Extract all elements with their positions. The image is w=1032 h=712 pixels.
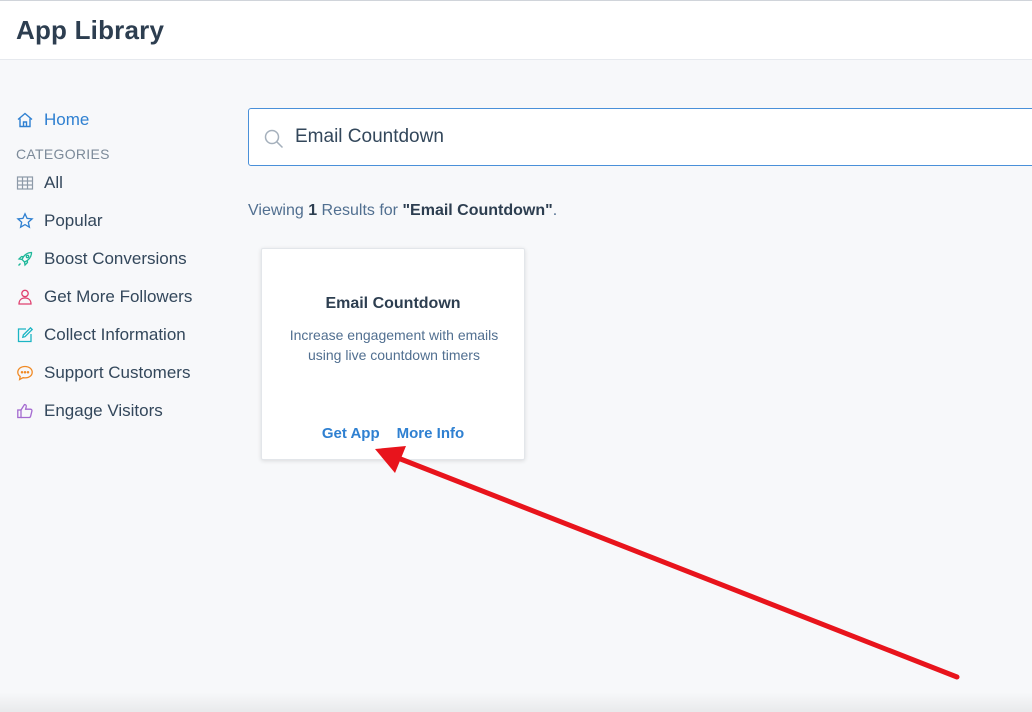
sidebar-item-label: Support Customers (44, 363, 191, 382)
app-card-title: Email Countdown (325, 295, 461, 312)
sidebar-item-collect-information[interactable]: Collect Information (16, 316, 236, 354)
sidebar-item-support-customers[interactable]: Support Customers (16, 354, 236, 392)
sidebar-item-get-more-followers[interactable]: Get More Followers (16, 278, 236, 316)
sidebar: Home CATEGORIES All Popular Boost Conver… (16, 106, 236, 430)
search-box (248, 108, 1032, 166)
categories-heading: CATEGORIES (16, 146, 110, 162)
page-title: App Library (16, 15, 165, 45)
app-card: Email Countdown Increase engagement with… (261, 248, 525, 460)
home-icon (16, 111, 34, 129)
sidebar-item-home[interactable]: Home (16, 106, 236, 134)
star-icon (16, 212, 34, 230)
results-query: "Email Countdown" (402, 202, 553, 219)
app-header: App Library (0, 0, 1032, 60)
person-icon (16, 288, 34, 306)
results-count: 1 (308, 202, 318, 219)
app-card-actions: Get App More Info (262, 425, 524, 442)
bottom-shadow (0, 692, 1032, 712)
thumbs-up-icon (16, 402, 34, 420)
app-card-description: Increase engagement with emails using li… (289, 327, 499, 363)
sidebar-item-engage-visitors[interactable]: Engage Visitors (16, 392, 236, 430)
sidebar-item-boost-conversions[interactable]: Boost Conversions (16, 240, 236, 278)
more-info-link[interactable]: More Info (397, 425, 465, 442)
sidebar-item-label: Home (44, 110, 90, 129)
get-app-button[interactable]: Get App (322, 425, 380, 442)
results-summary: Viewing 1 Results for "Email Countdown". (248, 202, 557, 220)
sidebar-item-label: Collect Information (44, 325, 186, 344)
sidebar-item-label: Boost Conversions (44, 249, 187, 268)
results-prefix: Viewing (248, 202, 309, 219)
edit-icon (16, 326, 34, 344)
rocket-icon (16, 250, 34, 268)
sidebar-item-label: Popular (44, 211, 103, 230)
search-input[interactable] (295, 119, 1032, 155)
sidebar-item-label: Get More Followers (44, 287, 193, 306)
search-icon (263, 128, 285, 150)
results-middle: Results for (317, 202, 403, 219)
results-suffix: . (552, 202, 558, 219)
sidebar-item-all[interactable]: All (16, 164, 236, 202)
grid-icon (16, 174, 34, 192)
chat-bubble-icon (16, 364, 34, 382)
sidebar-item-popular[interactable]: Popular (16, 202, 236, 240)
sidebar-item-label: Engage Visitors (44, 401, 163, 420)
sidebar-item-label: All (44, 173, 63, 192)
